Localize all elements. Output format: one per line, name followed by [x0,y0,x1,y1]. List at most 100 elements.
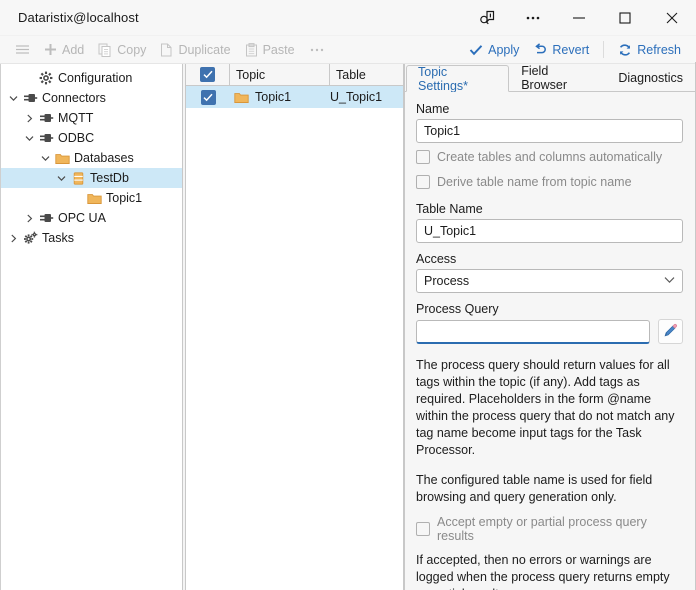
connector-icon [37,112,55,124]
tree-item-databases[interactable]: Databases [1,148,182,168]
tree-item-label: Connectors [42,91,106,105]
minimize-button[interactable] [556,0,602,36]
tree-item-label: MQTT [58,111,94,125]
derive-table-name-label: Derive table name from topic name [437,175,632,189]
row-checkbox[interactable] [200,89,216,105]
select-all-header[interactable] [186,64,230,85]
table-header-row: Topic Table [186,64,403,86]
close-button[interactable] [648,0,696,36]
title-bar: Dataristix@localhost [0,0,696,36]
more-options-icon[interactable] [510,0,556,36]
chevron-down-icon[interactable] [5,94,21,103]
create-tables-checkbox[interactable] [416,150,430,164]
paste-button[interactable]: Paste [238,38,302,62]
chevron-down-icon[interactable] [37,154,53,163]
plus-icon [44,43,57,56]
select-all-checkbox[interactable] [200,67,215,82]
revert-arrow-icon [533,43,547,56]
refresh-icon [618,43,632,57]
access-select[interactable]: Process [416,269,683,293]
tasks-icon [21,231,39,245]
accept-empty-results-checkbox[interactable] [416,522,430,536]
refresh-label: Refresh [637,42,681,57]
revert-label: Revert [552,42,590,57]
refresh-button[interactable]: Refresh [611,38,688,62]
duplicate-label: Duplicate [178,42,231,57]
derive-table-name-row[interactable]: Derive table name from topic name [416,171,683,193]
application-window: Dataristix@localhost Add Copy Duplicate … [0,0,696,590]
connector-icon [37,212,55,224]
column-header-table[interactable]: Table [330,64,403,85]
tree-item-label: Topic1 [106,191,143,205]
row-table-cell: U_Topic1 [330,90,383,104]
folder-icon [234,91,249,104]
tree-item-label: Configuration [58,71,133,85]
table-name-help-text: The configured table name is used for fi… [416,473,653,504]
maximize-button[interactable] [602,0,648,36]
tab-topic-settings[interactable]: Topic Settings* [406,65,510,93]
folder-icon [53,152,71,165]
navigation-tree-panel: Configuration Connectors MQTT ODBC Datab… [0,64,183,590]
tree-item-mqtt[interactable]: MQTT [1,108,182,128]
pencil-icon [663,323,678,341]
check-icon [469,44,483,56]
chevron-down-icon [664,276,675,287]
row-checkbox-cell[interactable] [186,86,230,108]
process-query-input[interactable] [416,319,650,344]
accept-empty-results-label: Accept empty or partial process query re… [437,515,647,543]
row-topic-label: Topic1 [255,90,292,104]
name-label: Name [416,102,450,116]
copy-button[interactable]: Copy [91,38,153,62]
add-button[interactable]: Add [37,38,91,62]
table-body: Topic1 U_Topic1 [186,86,403,590]
toolbar-separator [603,41,605,58]
menu-button[interactable] [8,38,37,62]
tree-item-testdb[interactable]: TestDb [1,168,182,188]
chevron-right-icon[interactable] [21,214,37,223]
paste-label: Paste [262,42,295,57]
settings-panel: Topic Settings* Field Browser Diagnostic… [404,64,696,590]
edit-query-button[interactable] [658,319,683,344]
tree-item-topic1[interactable]: Topic1 [1,188,182,208]
tree-item-label: Tasks [42,231,74,245]
create-tables-label: Create tables and columns automatically [437,150,663,164]
tab-diagnostics[interactable]: Diagnostics [606,64,695,91]
tree-item-label: ODBC [58,131,95,145]
apply-button[interactable]: Apply [462,38,526,62]
tree-item-opc-ua[interactable]: OPC UA [1,208,182,228]
accept-empty-results-row[interactable]: Accept empty or partial process query re… [416,515,683,543]
chevron-down-icon[interactable] [53,174,69,183]
create-tables-row[interactable]: Create tables and columns automatically [416,146,683,168]
connector-icon [37,132,55,144]
content-area: Configuration Connectors MQTT ODBC Datab… [0,62,696,590]
column-header-topic[interactable]: Topic [230,64,330,85]
chevron-right-icon[interactable] [21,114,37,123]
annotate-icon[interactable] [464,0,510,36]
table-name-input[interactable]: U_Topic1 [416,219,683,243]
table-row[interactable]: Topic1 U_Topic1 [186,86,403,108]
duplicate-button[interactable]: Duplicate [153,38,237,62]
settings-tabs: Topic Settings* Field Browser Diagnostic… [405,64,695,93]
revert-button[interactable]: Revert [526,38,596,62]
paste-icon [245,42,258,57]
topic-settings-form: Name Topic1 Create tables and columns au… [405,92,695,590]
tab-field-browser[interactable]: Field Browser [509,64,606,92]
connector-icon [21,92,39,104]
tree-item-tasks[interactable]: Tasks [1,228,182,248]
duplicate-icon [160,43,173,57]
toolbar-overflow-button[interactable] [302,38,332,62]
ellipsis-icon [309,44,325,56]
tree-item-connectors[interactable]: Connectors [1,88,182,108]
process-query-help-text: The process query should return values f… [416,358,675,457]
name-input[interactable]: Topic1 [416,119,683,143]
tree-item-odbc[interactable]: ODBC [1,128,182,148]
folder-icon [85,192,103,205]
chevron-right-icon[interactable] [5,234,21,243]
derive-table-name-checkbox[interactable] [416,175,430,189]
apply-label: Apply [488,42,520,57]
access-selected-value: Process [424,274,470,288]
chevron-down-icon[interactable] [21,134,37,143]
tree-item-configuration[interactable]: Configuration [1,68,182,88]
row-topic-cell: Topic1 [230,86,330,108]
gear-icon [37,71,55,85]
